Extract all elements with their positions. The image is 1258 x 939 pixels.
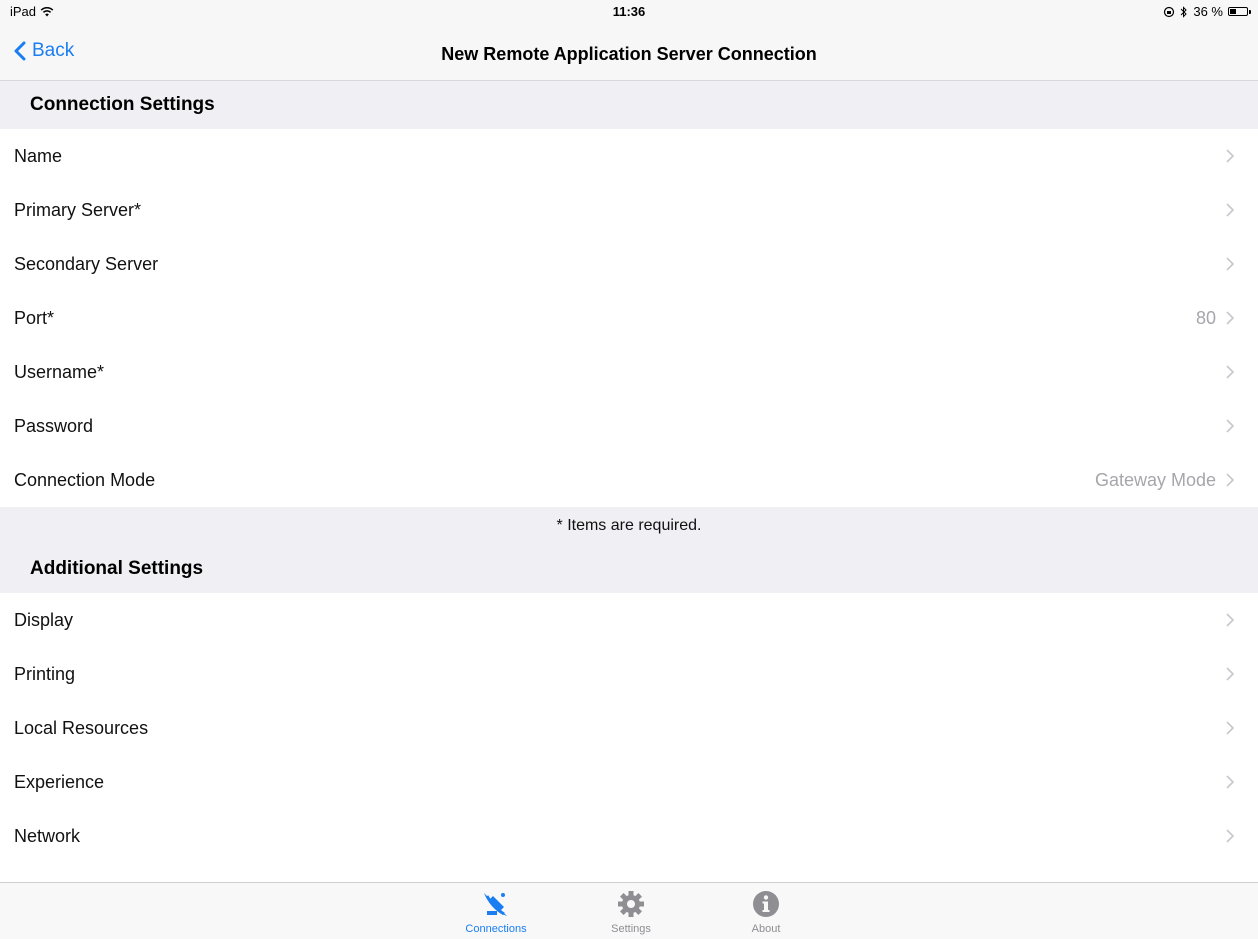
row-label: Secondary Server: [14, 254, 159, 274]
row-printing[interactable]: Printing: [0, 647, 1258, 701]
chevron-right-icon: [1226, 775, 1234, 789]
info-icon: [753, 891, 779, 917]
settings-list[interactable]: Connection Settings Name Primary Server*…: [0, 81, 1258, 882]
row-label: Primary Server*: [14, 200, 142, 220]
row-accessory: [1216, 237, 1234, 291]
connection-settings-group: Name Primary Server* Secondary Server Po…: [0, 129, 1258, 507]
orientation-lock-icon: [1164, 6, 1175, 17]
row-accessory: [1216, 345, 1234, 399]
row-username[interactable]: Username*: [0, 345, 1258, 399]
row-label: Experience: [14, 772, 105, 792]
status-time: 11:36: [612, 4, 646, 19]
chevron-right-icon: [1226, 365, 1234, 379]
chevron-right-icon: [1226, 721, 1234, 735]
chevron-right-icon: [1226, 257, 1234, 271]
row-label: Display: [14, 610, 74, 630]
section-header-connection-settings: Connection Settings: [0, 81, 1258, 129]
row-accessory: [1226, 593, 1234, 647]
row-accessory: [1216, 399, 1234, 453]
satellite-dish-icon: [484, 893, 507, 916]
row-password[interactable]: Password: [0, 399, 1258, 453]
chevron-right-icon: [1226, 149, 1234, 163]
row-secondary-server[interactable]: Secondary Server: [0, 237, 1258, 291]
chevron-right-icon: [1226, 613, 1234, 627]
tab-label: Connections: [465, 923, 527, 935]
chevron-right-icon: [1226, 203, 1234, 217]
row-accessory: [1226, 701, 1234, 755]
row-label: Username*: [14, 362, 105, 382]
row-local-resources[interactable]: Local Resources: [0, 701, 1258, 755]
row-value: Gateway Mode: [1094, 469, 1216, 490]
tab-about[interactable]: About: [716, 887, 816, 935]
row-accessory: [1216, 183, 1234, 237]
app-window: iPad 11:36 36 % Back New Remote Applicat…: [0, 0, 1258, 939]
chevron-right-icon: [1226, 419, 1234, 433]
row-network[interactable]: Network: [0, 809, 1258, 863]
page-title: New Remote Application Server Connection: [441, 44, 817, 64]
tab-label: Settings: [611, 923, 651, 935]
row-label: Password: [14, 416, 94, 436]
tab-connections[interactable]: Connections: [446, 887, 546, 935]
tab-bar: Connections Settings About: [0, 882, 1258, 939]
additional-settings-group: Display Printing Local Resources Experie…: [0, 593, 1258, 882]
chevron-right-icon: [1226, 829, 1234, 843]
row-accessory: Gateway Mode: [1095, 453, 1234, 507]
section-header-additional-settings: Additional Settings: [0, 545, 1258, 593]
chevron-right-icon: [1226, 473, 1234, 487]
row-experience[interactable]: Experience: [0, 755, 1258, 809]
row-accessory: [1216, 129, 1234, 183]
row-accessory: [1226, 809, 1234, 863]
tab-label: About: [751, 923, 781, 935]
row-label: Local Resources: [14, 718, 149, 738]
row-name[interactable]: Name: [0, 129, 1258, 183]
bluetooth-icon: [1181, 5, 1188, 18]
row-primary-server[interactable]: Primary Server*: [0, 183, 1258, 237]
battery-fill: [1230, 9, 1236, 14]
row-label: Connection Mode: [14, 470, 156, 490]
row-value: 80: [1195, 307, 1216, 328]
row-accessory: 80: [1196, 291, 1234, 345]
navigation-bar: Back New Remote Application Server Conne…: [0, 24, 1258, 81]
status-right: 36 %: [1163, 4, 1251, 19]
row-accessory: [1226, 647, 1234, 701]
gear-icon: [618, 891, 644, 917]
row-connection-mode[interactable]: Connection Mode Gateway Mode: [0, 453, 1258, 507]
chevron-right-icon: [1226, 667, 1234, 681]
row-port[interactable]: Port* 80: [0, 291, 1258, 345]
tab-settings[interactable]: Settings: [581, 887, 681, 935]
row-label: Printing: [14, 664, 76, 684]
row-partially-hidden[interactable]: [0, 863, 1258, 882]
chevron-right-icon: [1226, 311, 1234, 325]
battery-percent: 36 %: [1193, 4, 1223, 19]
row-label: Network: [14, 826, 81, 846]
required-items-note: * Items are required.: [0, 507, 1258, 545]
status-bar: iPad 11:36 36 %: [0, 0, 1258, 24]
row-label: Name: [14, 146, 63, 166]
row-accessory: [1226, 755, 1234, 809]
row-label: Port*: [14, 308, 55, 328]
row-display[interactable]: Display: [0, 593, 1258, 647]
battery-icon: [1228, 7, 1251, 16]
